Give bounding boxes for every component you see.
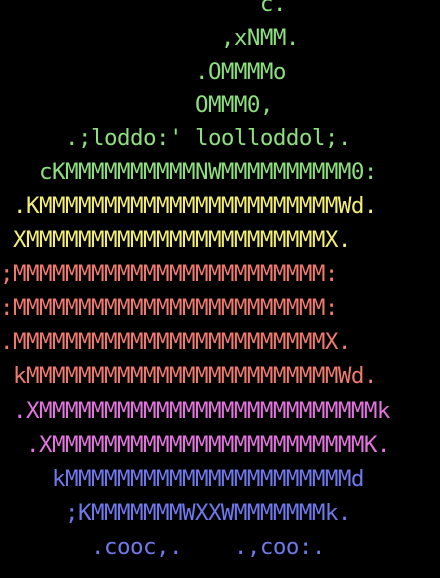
ascii-art-line: .KMMMMMMMMMMMMMMMMMMMMMMMWd. (0, 193, 377, 219)
ascii-art-line: OMMM0, (0, 92, 274, 118)
ascii-art-line: kMMMMMMMMMMMMMMMMMMMMMMd (0, 466, 364, 492)
ascii-art-line: .OMMMMo (0, 59, 287, 85)
ascii-art-line: kMMMMMMMMMMMMMMMMMMMMMMMMWd. (0, 363, 377, 389)
ascii-art-line: XMMMMMMMMMMMMMMMMMMMMMMMX. (0, 227, 351, 253)
ascii-art-line: :MMMMMMMMMMMMMMMMMMMMMMMM: (0, 295, 338, 321)
ascii-art-line: .;loddo:' loolloddol;. (0, 125, 351, 151)
ascii-art-line: ;KMMMMMMMWXXWMMMMMMMk. (0, 500, 351, 526)
ascii-art-line: cKMMMMMMMMMMNWMMMMMMMMMM0: (0, 159, 377, 185)
ascii-art-line: .cooc,. .,coo:. (0, 534, 325, 560)
ascii-art-line: c. (0, 0, 287, 17)
ascii-art-line: .XMMMMMMMMMMMMMMMMMMMMMMMMK. (0, 432, 390, 458)
ascii-art-line: ,xNMM. (0, 25, 300, 51)
ascii-art-line: .MMMMMMMMMMMMMMMMMMMMMMMMX. (0, 329, 351, 355)
terminal-window: c. ,xNMM. .OMMMMo OMMM0, .;loddo:' looll… (0, 0, 440, 578)
ascii-art-line: .XMMMMMMMMMMMMMMMMMMMMMMMMMMk (0, 398, 390, 424)
ascii-art-line: ;MMMMMMMMMMMMMMMMMMMMMMMM: (0, 261, 338, 287)
